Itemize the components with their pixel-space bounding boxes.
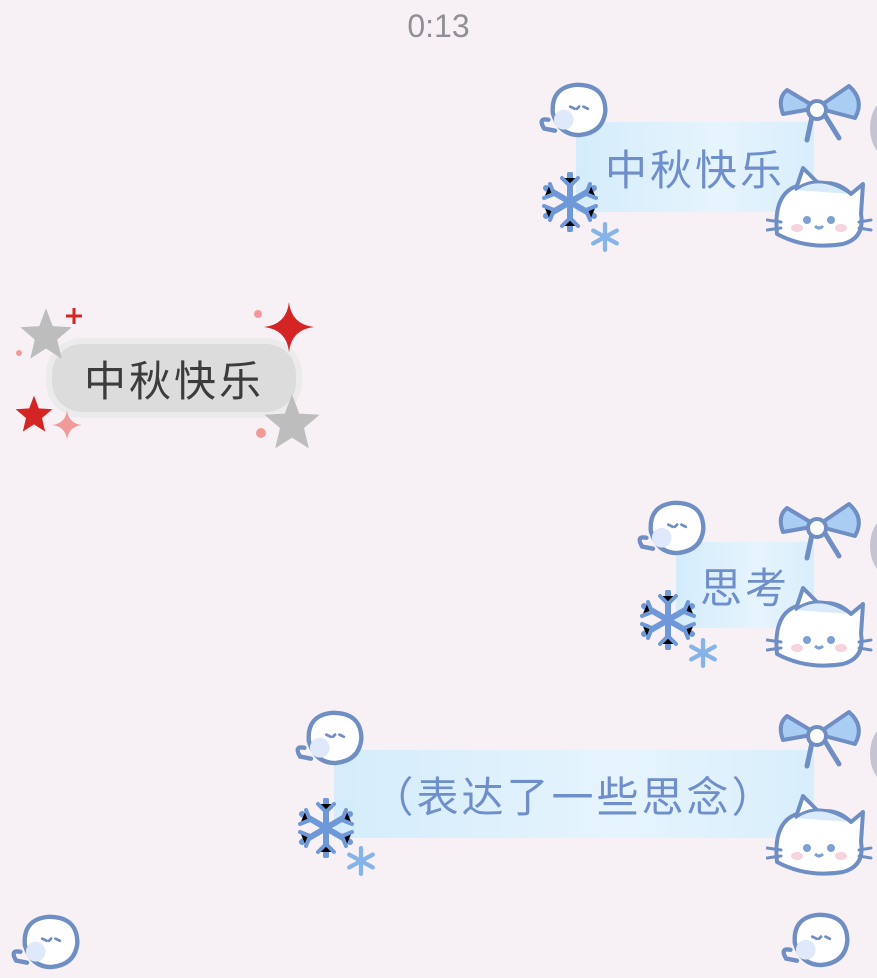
cat-icon (766, 166, 873, 248)
snowman-icon (780, 906, 860, 976)
star-icon (264, 394, 320, 449)
sparkle-dot (254, 310, 262, 318)
snowman-icon (538, 76, 618, 146)
avatar[interactable] (870, 516, 877, 576)
sparkle-icon (52, 410, 82, 440)
avatar[interactable] (870, 98, 877, 158)
sparkle-dot (256, 428, 266, 438)
sparkle-icon (66, 308, 82, 324)
sparkle-dot (16, 350, 22, 356)
avatar[interactable] (870, 724, 877, 784)
message-timestamp: 0:13 (407, 8, 470, 44)
snowman-icon (10, 908, 90, 978)
message-text: 中秋快乐 (604, 145, 785, 195)
snowman-icon (636, 494, 716, 564)
message-bubble[interactable]: （表达了一些思念） (334, 750, 814, 838)
sparkle-icon (264, 302, 314, 352)
cat-icon (766, 794, 873, 876)
cat-icon (766, 586, 873, 668)
message-bubble[interactable]: 中秋快乐 (52, 344, 296, 412)
message-text: （表达了一些思念） (371, 772, 777, 822)
snowflake-icon (590, 222, 620, 252)
bow-icon (776, 704, 868, 774)
bow-icon (776, 78, 868, 148)
bow-icon (776, 496, 868, 566)
star-icon (15, 395, 53, 432)
snowflake-icon (688, 638, 718, 668)
snowflake-icon (346, 846, 376, 876)
message-text: 中秋快乐 (83, 356, 264, 406)
snowman-icon (294, 704, 374, 774)
